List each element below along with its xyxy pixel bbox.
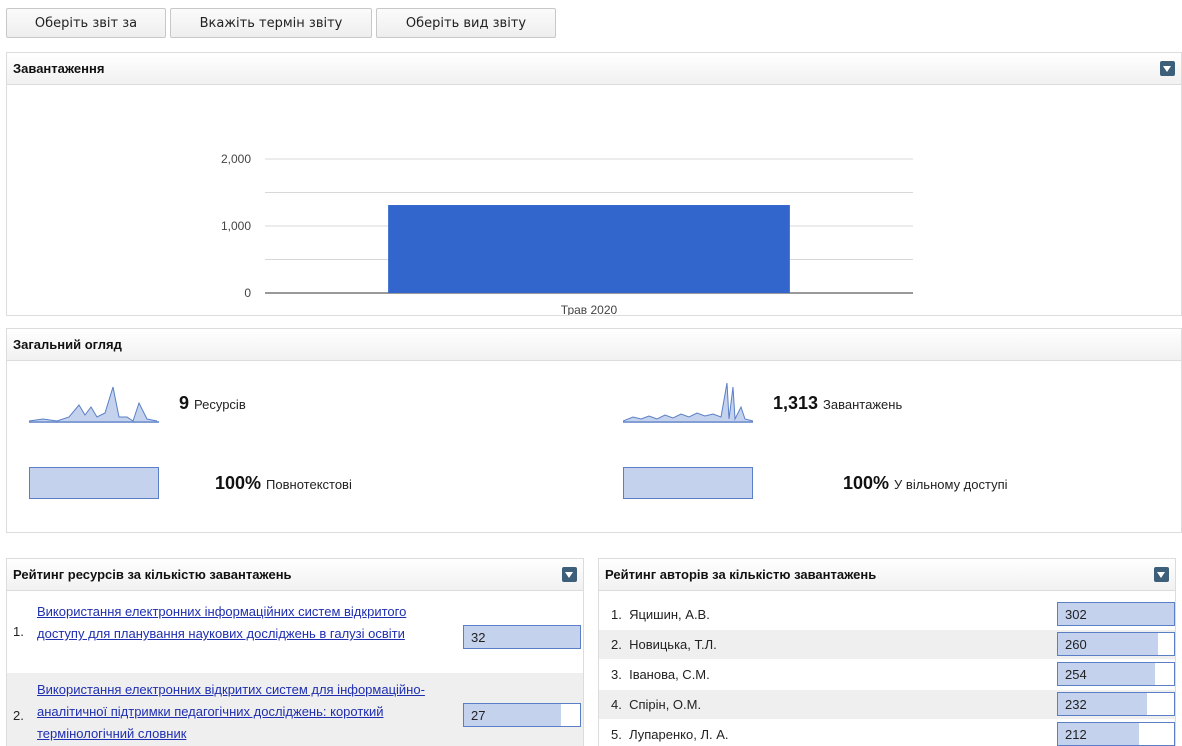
downloads-panel: Завантаження 0 1,000 2,000 Трав 2020 — [6, 52, 1182, 317]
download-count: 260 — [1065, 637, 1087, 652]
y-tick-label: 2,000 — [221, 152, 251, 166]
download-count: 302 — [1065, 607, 1087, 622]
author-name: 1. Яцишин, А.В. — [611, 607, 710, 622]
download-count-bar: 302 — [1057, 602, 1175, 626]
resources-ranking-header: Рейтинг ресурсів за кількістю завантажен… — [7, 559, 583, 591]
list-item: 2. Використання електронних відкритих си… — [7, 673, 583, 746]
downloads-chart: 0 1,000 2,000 Трав 2020 — [221, 152, 913, 317]
collapse-icon[interactable] — [562, 567, 577, 582]
report-toolbar: Оберіть звіт за Вкажіть термін звіту Обе… — [6, 8, 556, 38]
collapse-icon[interactable] — [1154, 567, 1169, 582]
author-row: 3. Іванова, С.М. 254 — [599, 660, 1175, 689]
author-name: 4. Спірін, О.М. — [611, 697, 701, 712]
y-tick-label: 0 — [244, 286, 251, 300]
author-name: 3. Іванова, С.М. — [611, 667, 710, 682]
author-text: 4. — [611, 697, 622, 712]
author-text: Новицька, Т.Л. — [629, 637, 717, 652]
author-row: 5. Лупаренко, Л. А. 212 — [599, 720, 1175, 746]
downloads-label: Завантажень — [823, 397, 903, 412]
download-count-bar: 32 — [463, 625, 581, 649]
open-access-stat: 100% У вільному доступі — [843, 473, 1008, 494]
open-access-percent: 100% — [843, 473, 890, 493]
download-count: 212 — [1065, 727, 1087, 742]
resources-count: 9 — [179, 393, 190, 413]
rank-number: 1. — [13, 624, 24, 639]
open-access-bar — [623, 467, 753, 499]
overview-panel-header: Загальний огляд — [7, 329, 1181, 361]
author-row: 4. Спірін, О.М. 232 — [599, 690, 1175, 719]
author-text: 5. — [611, 727, 622, 742]
fulltext-stat: 100% Повнотекстові — [215, 473, 352, 494]
download-count: 32 — [471, 630, 486, 645]
download-count-bar: 232 — [1057, 692, 1175, 716]
author-row: 2. Новицька, Т.Л. 260 — [599, 630, 1175, 659]
download-count-bar: 260 — [1057, 632, 1175, 656]
downloads-count: 1,313 — [773, 393, 819, 413]
download-count: 27 — [471, 708, 486, 723]
fulltext-percent: 100% — [215, 473, 262, 493]
downloads-stat: 1,313 Завантажень — [773, 393, 902, 414]
resource-link[interactable]: Використання електронних відкритих систе… — [37, 679, 457, 745]
author-text: Іванова, С.М. — [629, 667, 710, 682]
overview-panel-title: Загальний огляд — [13, 337, 122, 352]
resources-ranking-panel: Рейтинг ресурсів за кількістю завантажен… — [6, 558, 584, 746]
resources-stat: 9 Ресурсів — [179, 393, 246, 414]
bar — [388, 205, 790, 293]
x-tick-label: Трав 2020 — [561, 303, 618, 315]
download-count-bar: 27 — [463, 703, 581, 727]
fulltext-bar — [29, 467, 159, 499]
author-text: 2. — [611, 637, 622, 652]
fulltext-label: Повнотекстові — [266, 477, 352, 492]
overview-panel: Загальний огляд 9 Ресурсів 1,313 Заванта… — [6, 328, 1182, 533]
resource-link[interactable]: Використання електронних інформаційних с… — [37, 601, 457, 645]
download-count: 254 — [1065, 667, 1087, 682]
resources-sparkline — [29, 386, 159, 423]
report-period-button[interactable]: Вкажіть термін звіту — [170, 8, 372, 38]
author-text: Яцишин, А.В. — [629, 607, 710, 622]
author-name: 2. Новицька, Т.Л. — [611, 637, 717, 652]
authors-ranking-header: Рейтинг авторів за кількістю завантажень — [599, 559, 1175, 591]
downloads-sparkline — [623, 382, 753, 423]
author-text: Спірін, О.М. — [629, 697, 702, 712]
downloads-panel-title: Завантаження — [13, 61, 105, 76]
authors-ranking-panel: Рейтинг авторів за кількістю завантажень… — [598, 558, 1176, 746]
list-item: 1. Використання електронних інформаційни… — [7, 599, 583, 669]
resources-ranking-title: Рейтинг ресурсів за кількістю завантажен… — [13, 567, 292, 582]
y-tick-label: 1,000 — [221, 219, 251, 233]
download-count: 232 — [1065, 697, 1087, 712]
downloads-panel-header: Завантаження — [7, 53, 1181, 85]
rank-number: 2. — [13, 708, 24, 723]
report-type-button[interactable]: Оберіть вид звіту — [376, 8, 556, 38]
choose-report-button[interactable]: Оберіть звіт за — [6, 8, 166, 38]
resources-label: Ресурсів — [194, 397, 246, 412]
author-text: 3. — [611, 667, 622, 682]
author-row: 1. Яцишин, А.В. 302 — [599, 600, 1175, 629]
download-count-bar: 254 — [1057, 662, 1175, 686]
author-text: Лупаренко, Л. А. — [629, 727, 729, 742]
authors-ranking-title: Рейтинг авторів за кількістю завантажень — [605, 567, 877, 582]
open-access-label: У вільному доступі — [894, 477, 1008, 492]
download-count-bar: 212 — [1057, 722, 1175, 746]
collapse-icon[interactable] — [1160, 61, 1175, 76]
author-text: 1. — [611, 607, 622, 622]
author-name: 5. Лупаренко, Л. А. — [611, 727, 729, 742]
